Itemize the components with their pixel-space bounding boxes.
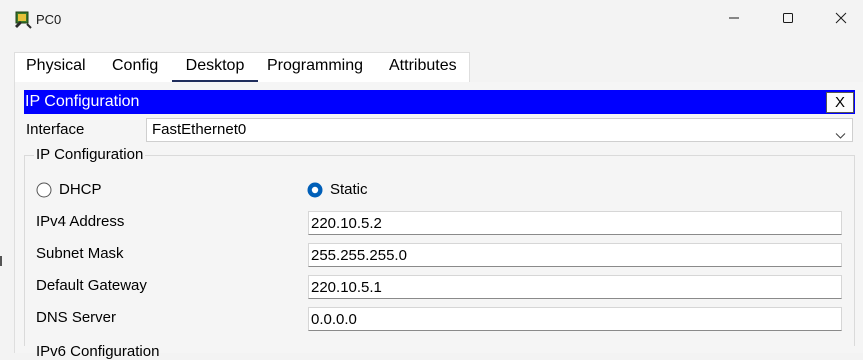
- interface-label: Interface: [26, 121, 85, 138]
- maximize-button[interactable]: [765, 0, 811, 40]
- tab-desktop[interactable]: Desktop: [172, 52, 258, 82]
- dhcp-radio[interactable]: [36, 182, 52, 198]
- minimize-icon: [728, 11, 740, 29]
- dns-server-label: DNS Server: [36, 309, 117, 326]
- close-window-button[interactable]: [818, 0, 863, 40]
- subnet-mask-label: Subnet Mask: [36, 245, 124, 262]
- tab-attributes[interactable]: Attributes: [387, 52, 459, 82]
- default-gateway-input[interactable]: [308, 275, 842, 299]
- ipv4-label: IPv4 Address: [36, 213, 125, 230]
- pc-icon: [13, 10, 33, 30]
- ipv4-input[interactable]: [308, 211, 842, 235]
- default-gateway-label: Default Gateway: [36, 277, 147, 294]
- close-ip-config-button[interactable]: X: [826, 92, 854, 113]
- interface-select[interactable]: FastEthernet0: [146, 118, 853, 142]
- static-label[interactable]: Static: [330, 181, 368, 198]
- tab-config[interactable]: Config: [110, 52, 160, 82]
- chevron-down-icon: [835, 125, 846, 147]
- ip-config-header: IP Configuration X: [24, 90, 855, 114]
- window-title: PC0: [36, 12, 62, 27]
- ip-config-title: IP Configuration: [25, 93, 140, 110]
- maximize-icon: [782, 11, 794, 29]
- window-edge-marker: [0, 256, 2, 266]
- tab-bar: Physical Config Desktop Programming Attr…: [0, 40, 863, 83]
- static-radio[interactable]: [307, 182, 323, 198]
- tab-physical[interactable]: Physical: [24, 52, 88, 82]
- dhcp-label[interactable]: DHCP: [59, 181, 102, 198]
- dns-server-input[interactable]: [308, 307, 842, 331]
- minimize-button[interactable]: [711, 0, 757, 40]
- ipv6-config-group-title: IPv6 Configuration: [36, 343, 160, 360]
- tab-programming[interactable]: Programming: [265, 52, 365, 82]
- interface-value: FastEthernet0: [152, 121, 247, 138]
- close-icon: [835, 11, 847, 29]
- subnet-mask-input[interactable]: [308, 243, 842, 267]
- title-bar: PC0: [0, 0, 863, 41]
- ip-config-group-title: IP Configuration: [34, 146, 146, 163]
